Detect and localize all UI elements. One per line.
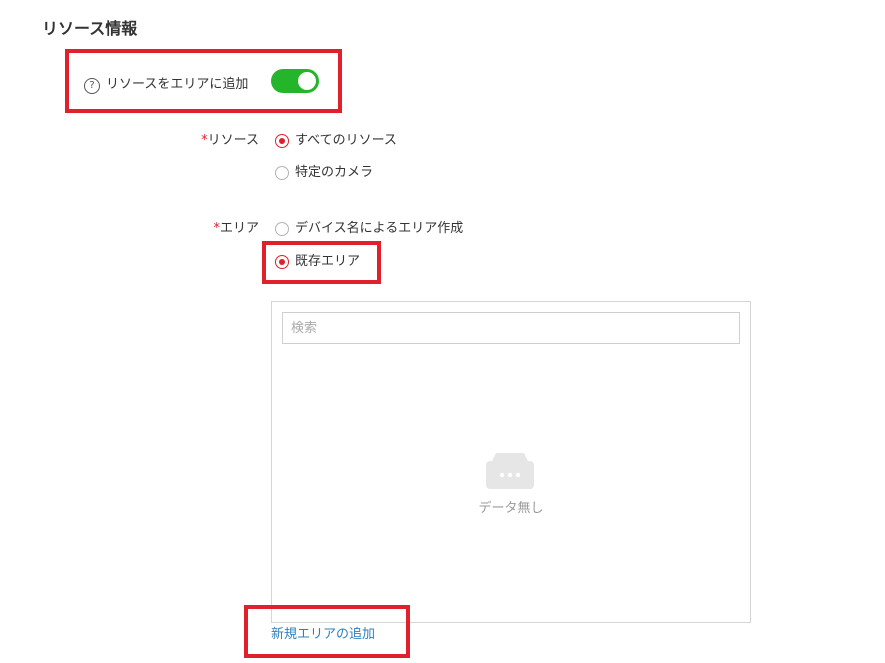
area-label-text: エリア bbox=[219, 221, 259, 236]
radio-all-resources-indicator[interactable] bbox=[275, 134, 289, 148]
radio-specific-camera[interactable]: 特定のカメラ bbox=[275, 164, 435, 184]
radio-specific-camera-indicator[interactable] bbox=[275, 166, 289, 180]
add-to-area-label: リソースをエリアに追加 bbox=[106, 77, 249, 92]
radio-create-area-by-device-name[interactable]: デバイス名によるエリア作成 bbox=[275, 220, 495, 240]
help-icon[interactable]: ? bbox=[84, 78, 100, 94]
area-field-label: *エリア bbox=[160, 220, 259, 238]
toggle-knob bbox=[298, 72, 316, 90]
add-to-area-toggle[interactable] bbox=[271, 69, 319, 93]
resource-label-text: リソース bbox=[207, 133, 259, 148]
radio-existing-area-label: 既存エリア bbox=[295, 254, 361, 269]
radio-all-resources-label: すべてのリソース bbox=[295, 133, 397, 148]
empty-box-icon bbox=[486, 453, 534, 489]
radio-existing-area[interactable]: 既存エリア bbox=[275, 253, 375, 273]
radio-existing-area-indicator[interactable] bbox=[275, 255, 289, 269]
radio-create-area-by-device-name-label: デバイス名によるエリア作成 bbox=[295, 221, 464, 236]
area-search-input[interactable] bbox=[282, 312, 740, 344]
add-new-area-link[interactable]: 新規エリアの追加 bbox=[271, 626, 375, 644]
empty-state-text: データ無し bbox=[478, 501, 544, 516]
radio-all-resources[interactable]: すべてのリソース bbox=[275, 132, 435, 152]
section-title: リソース情報 bbox=[42, 19, 138, 38]
radio-specific-camera-label: 特定のカメラ bbox=[295, 165, 374, 180]
resource-field-label: *リソース bbox=[160, 132, 259, 150]
radio-create-area-by-device-name-indicator[interactable] bbox=[275, 222, 289, 236]
